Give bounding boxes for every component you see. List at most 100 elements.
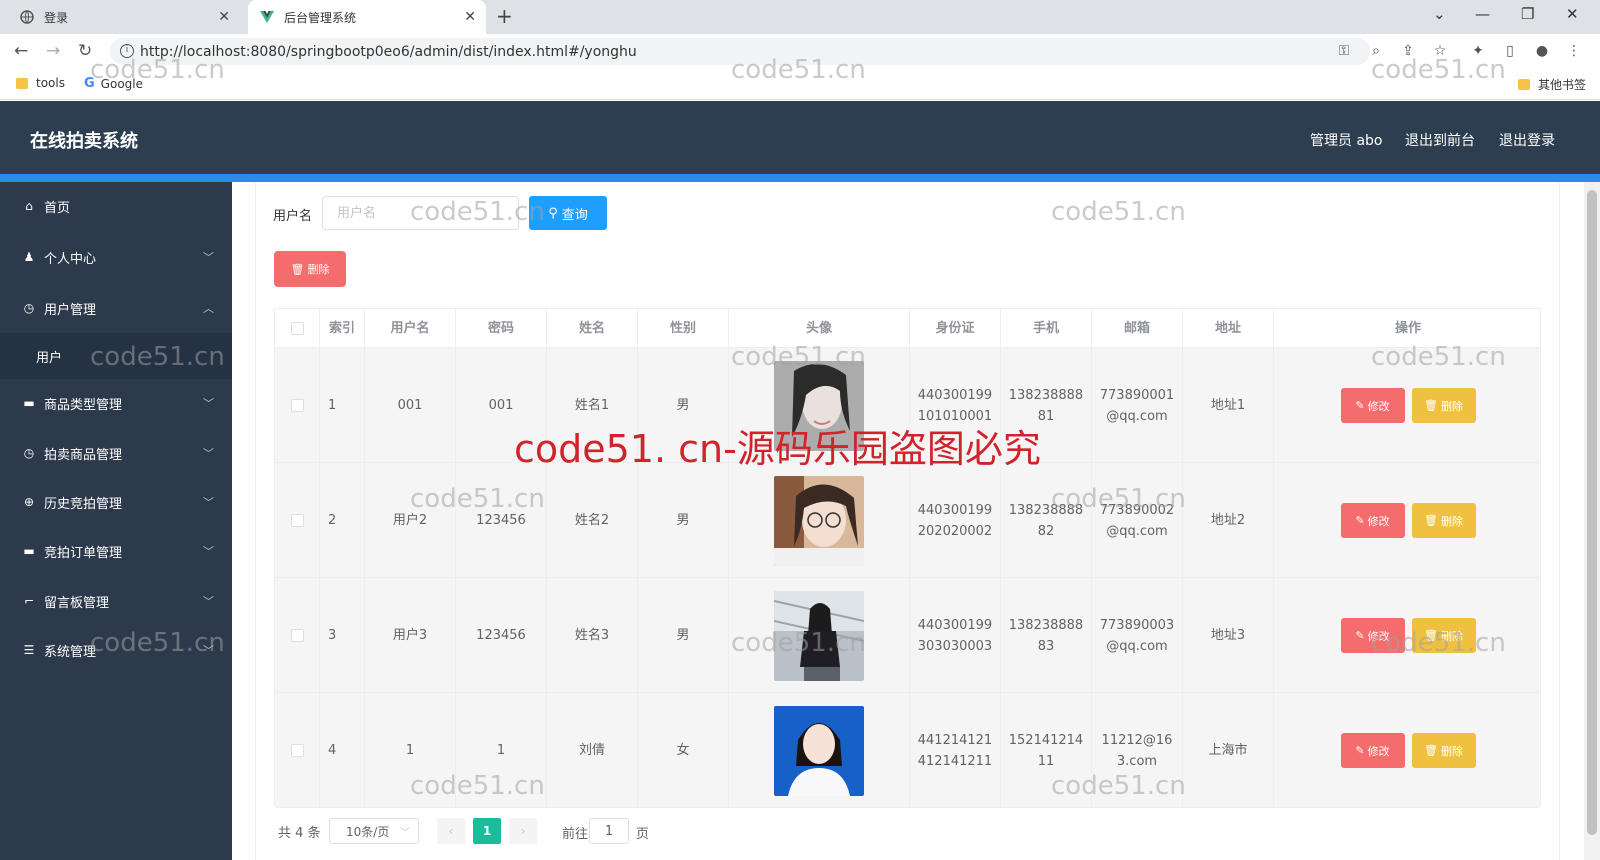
edit-button-label: 修改 xyxy=(1367,744,1390,758)
logout-link[interactable]: 退出登录 xyxy=(1499,130,1555,150)
delete-button-label: 删除 xyxy=(307,263,330,276)
profile-icon[interactable]: ● xyxy=(1534,43,1550,59)
app-brand: 在线拍卖系统 xyxy=(30,131,138,152)
chevron-left-icon: ‹ xyxy=(448,824,454,838)
cell-actions: ✎ 修改 🗑 删除 xyxy=(1274,693,1542,808)
forward-icon[interactable]: → xyxy=(46,41,60,61)
reload-icon[interactable]: ↻ xyxy=(78,41,92,61)
extensions-icon[interactable]: ✦ xyxy=(1470,43,1486,59)
more-menu-icon[interactable]: ⋮ xyxy=(1566,43,1582,59)
sidebar-item-home[interactable]: ⌂ 首页 xyxy=(0,182,232,230)
chevron-up-icon: ︿ xyxy=(203,302,214,315)
username-search-input[interactable] xyxy=(322,196,519,230)
select-all-cell xyxy=(275,309,320,348)
close-window-icon[interactable]: ✕ xyxy=(1566,5,1579,23)
row-delete-button[interactable]: 🗑 删除 xyxy=(1411,733,1476,768)
page-scrollbar[interactable] xyxy=(1584,182,1600,860)
row-delete-button[interactable]: 🗑 删除 xyxy=(1411,388,1476,423)
tab-search-chevron-icon[interactable]: ⌄ xyxy=(1433,5,1446,23)
cell-avatar xyxy=(729,693,910,808)
edit-button-label: 修改 xyxy=(1367,629,1390,643)
cell-gender: 男 xyxy=(638,578,729,693)
bookmark-tools[interactable]: tools xyxy=(16,76,65,90)
back-to-front-link[interactable]: 退出到前台 xyxy=(1405,130,1475,150)
info-icon[interactable]: i xyxy=(120,44,134,58)
edit-button-label: 修改 xyxy=(1367,514,1390,528)
edit-button[interactable]: ✎ 修改 xyxy=(1340,733,1405,768)
bookmark-google[interactable]: G Google xyxy=(84,76,143,91)
url-field[interactable]: i http://localhost:8080/springbootp0eo6/… xyxy=(110,38,1370,65)
delete-button-label: 删除 xyxy=(1440,399,1463,413)
row-checkbox[interactable] xyxy=(290,514,304,527)
sidebar-item-label: 首页 xyxy=(44,200,71,216)
key-icon[interactable]: ⚿ xyxy=(1336,43,1352,59)
sidebar-item-label: 历史竞拍管理 xyxy=(44,496,123,512)
bookmark-label: tools xyxy=(36,76,65,90)
sidebar-item-message-board[interactable]: ⌐ 留言板管理 ﹀ xyxy=(0,577,232,625)
table-row: 3 用户3 123456 姓名3 男 440300199303030003 13… xyxy=(275,578,1540,693)
clock-icon: ◷ xyxy=(23,446,35,460)
page-size-select[interactable]: 10条/页 ﹀ xyxy=(329,818,419,844)
prev-page-button[interactable]: ‹ xyxy=(437,818,465,844)
close-icon[interactable]: ✕ xyxy=(464,9,476,25)
browser-tab-admin[interactable]: 后台管理系统 ✕ xyxy=(248,0,486,34)
sidebar-item-system[interactable]: ☰ 系统管理 ﹀ xyxy=(0,626,232,674)
message-icon: ⌐ xyxy=(23,594,35,608)
table-row: 4 1 1 刘倩 女 441214121412141211 1521412141… xyxy=(275,693,1540,808)
zoom-icon[interactable]: ⌕ xyxy=(1368,43,1384,59)
row-delete-button[interactable]: 🗑 删除 xyxy=(1411,503,1476,538)
sidebar-item-bid-history[interactable]: ⊕ 历史竞拍管理 ﹀ xyxy=(0,478,232,526)
bookmarks-bar: tools G Google 其他书签 xyxy=(0,68,1600,100)
bookmark-label: Google xyxy=(100,76,143,91)
scrollbar-thumb[interactable] xyxy=(1587,190,1597,835)
restore-icon[interactable]: ❐ xyxy=(1521,5,1534,23)
star-icon[interactable]: ☆ xyxy=(1432,43,1448,59)
column-header: 邮箱 xyxy=(1092,309,1183,348)
bulk-delete-button[interactable]: 🗑 删除 xyxy=(274,251,346,287)
row-checkbox[interactable] xyxy=(290,399,304,412)
select-all-checkbox[interactable] xyxy=(290,322,304,335)
query-button-label: 查询 xyxy=(561,207,588,223)
browser-tab-title: 后台管理系统 xyxy=(284,10,357,25)
goto-page-input[interactable] xyxy=(589,818,629,844)
sidebar-item-label: 商品类型管理 xyxy=(44,397,123,413)
cell-address: 地址1 xyxy=(1183,348,1274,463)
share-icon[interactable]: ⇪ xyxy=(1400,43,1416,59)
row-checkbox[interactable] xyxy=(290,629,304,642)
close-icon[interactable]: ✕ xyxy=(218,9,230,25)
minimize-icon[interactable]: — xyxy=(1475,5,1490,23)
edit-button[interactable]: ✎ 修改 xyxy=(1340,618,1405,653)
other-bookmarks[interactable]: 其他书签 xyxy=(1518,76,1586,93)
sidebar-item-orders[interactable]: ▬ 竞拍订单管理 ﹀ xyxy=(0,527,232,575)
row-select-cell xyxy=(275,348,320,463)
sidebar-item-user-management[interactable]: ◷ 用户管理 ︿ xyxy=(0,284,232,332)
browser-tab-login[interactable]: 登录 ✕ xyxy=(8,0,240,34)
search-label: 用户名 xyxy=(273,209,313,224)
query-button[interactable]: ⚲ 查询 xyxy=(529,196,607,230)
sidebar-item-profile[interactable]: ♟ 个人中心 ﹀ xyxy=(0,233,232,281)
cell-address: 地址2 xyxy=(1183,463,1274,578)
page-number-current[interactable]: 1 xyxy=(473,818,501,844)
settings-icon: ☰ xyxy=(23,643,35,657)
back-icon[interactable]: ← xyxy=(14,41,28,61)
edit-button[interactable]: ✎ 修改 xyxy=(1340,388,1405,423)
new-tab-icon[interactable]: + xyxy=(496,4,513,28)
clock-icon: ◷ xyxy=(23,301,35,315)
row-select-cell xyxy=(275,578,320,693)
sidebar-item-goods-type[interactable]: ▬ 商品类型管理 ﹀ xyxy=(0,379,232,427)
search-icon: ⚲ xyxy=(548,205,558,221)
sidebar-subitem-users[interactable]: 用户 xyxy=(0,333,232,379)
row-delete-button[interactable]: 🗑 删除 xyxy=(1411,618,1476,653)
user-table: 索引 用户名 密码 姓名 性别 头像 身份证 手机 邮箱 地址 操作 1 001… xyxy=(274,308,1541,808)
next-page-button[interactable]: › xyxy=(509,818,537,844)
sidebar-item-auction-goods[interactable]: ◷ 拍卖商品管理 ﹀ xyxy=(0,429,232,477)
cell-idcard: 440300199202020002 xyxy=(910,463,1001,578)
edit-button[interactable]: ✎ 修改 xyxy=(1340,503,1405,538)
edit-icon: ✎ xyxy=(1355,399,1365,412)
target-icon: ⊕ xyxy=(23,495,35,509)
table-row: 2 用户2 123456 姓名2 男 440300199202020002 13… xyxy=(275,463,1540,578)
admin-user[interactable]: 管理员 abo xyxy=(1310,130,1382,150)
sidepanel-icon[interactable]: ▯ xyxy=(1502,43,1518,59)
sidebar-item-label: 拍卖商品管理 xyxy=(44,447,123,463)
row-checkbox[interactable] xyxy=(290,744,304,757)
